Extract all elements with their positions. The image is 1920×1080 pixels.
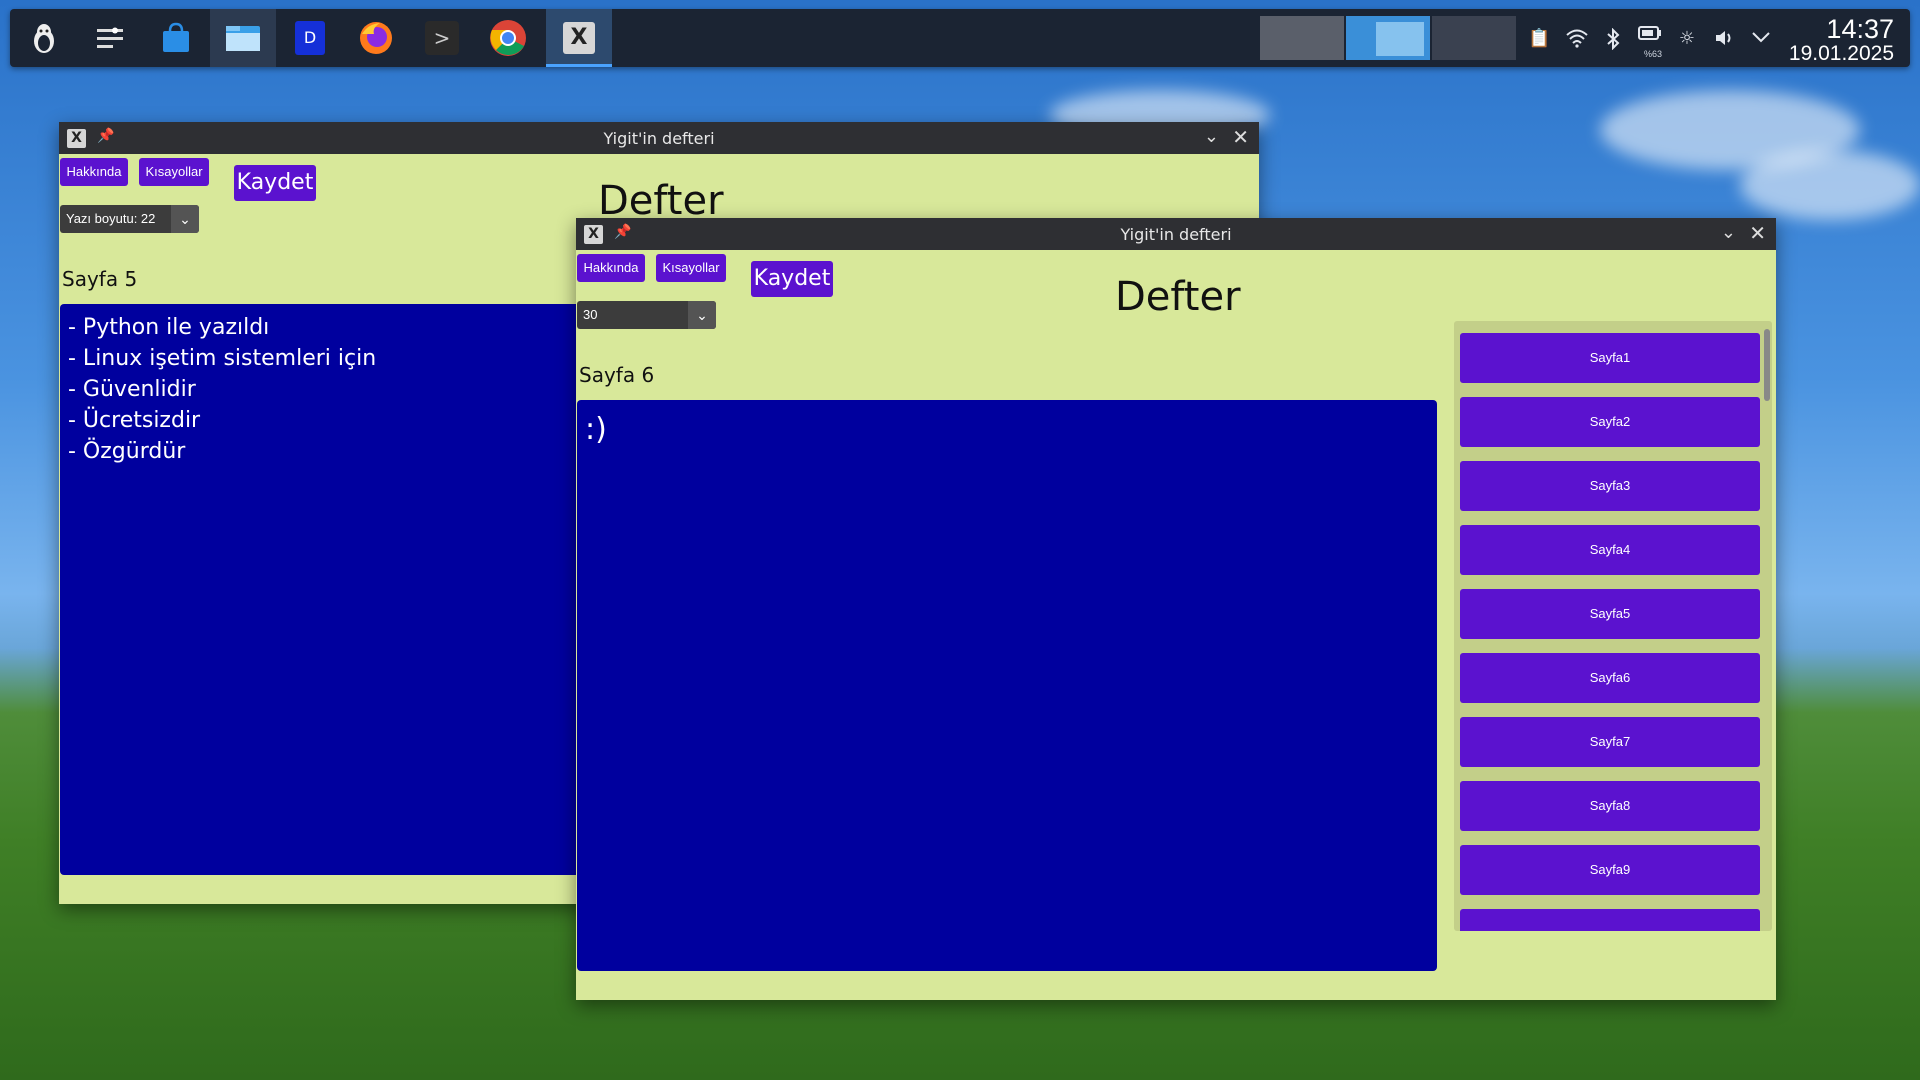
page-button-5[interactable]: Sayfa5 <box>1460 589 1760 639</box>
brightness-icon[interactable]: ☼ <box>1676 28 1698 50</box>
clock-time: 14:37 <box>1826 14 1894 44</box>
chevron-down-icon[interactable] <box>1750 28 1772 50</box>
defter-app-icon[interactable]: X <box>559 18 599 58</box>
taskbar: D > X 📋 %63 ☼ 14:37 19.01.2025 <box>10 9 1910 67</box>
page-button-8[interactable]: Sayfa8 <box>1460 781 1760 831</box>
window-titlebar[interactable]: X 📌 Yigit'in defteri ⌄ ✕ <box>576 218 1776 250</box>
virtual-desktop-1[interactable] <box>1260 16 1344 60</box>
close-icon[interactable]: ✕ <box>1749 221 1766 245</box>
page-label: Sayfa 6 <box>579 363 655 387</box>
font-size-select[interactable]: Yazı boyutu: 22 ⌄ <box>60 205 199 233</box>
window-title: Yigit'in defteri <box>603 129 715 148</box>
page-button-6[interactable]: Sayfa6 <box>1460 653 1760 703</box>
page-heading: Defter <box>1115 274 1241 320</box>
battery-icon[interactable] <box>1638 25 1661 47</box>
file-manager-icon[interactable] <box>223 18 263 58</box>
clock[interactable]: 14:37 19.01.2025 <box>1789 15 1894 65</box>
page-button-1[interactable]: Sayfa1 <box>1460 333 1760 383</box>
linux-tux-icon[interactable] <box>24 18 64 58</box>
font-size-value: 30 <box>583 307 598 322</box>
minimize-icon[interactable]: ⌄ <box>1204 126 1219 147</box>
page-button-10[interactable] <box>1460 909 1760 931</box>
virtual-desktop-2[interactable] <box>1346 16 1430 60</box>
save-button[interactable]: Kaydet <box>751 261 833 297</box>
clock-date: 19.01.2025 <box>1788 42 1894 65</box>
shortcuts-button[interactable]: Kısayollar <box>139 158 209 186</box>
page-button-3[interactable]: Sayfa3 <box>1460 461 1760 511</box>
clipboard-icon[interactable]: 📋 <box>1528 28 1550 50</box>
front-window[interactable]: X 📌 Yigit'in defteri ⌄ ✕ Hakkında Kısayo… <box>576 218 1776 1000</box>
minimize-icon[interactable]: ⌄ <box>1721 222 1736 243</box>
text-editor[interactable]: :) <box>577 400 1437 971</box>
battery-percent: %63 <box>1643 49 1662 59</box>
virtual-desktop-3[interactable] <box>1432 16 1516 60</box>
text-editor[interactable]: - Python ile yazıldı - Linux işetim sist… <box>60 304 600 875</box>
terminal-glyph: > <box>425 21 459 55</box>
shortcuts-button[interactable]: Kısayollar <box>656 254 726 282</box>
page-button-4[interactable]: Sayfa4 <box>1460 525 1760 575</box>
editor-line: - Linux işetim sistemleri için <box>68 346 377 371</box>
settings-sliders-icon[interactable] <box>90 18 130 58</box>
page-button-2[interactable]: Sayfa2 <box>1460 397 1760 447</box>
about-button[interactable]: Hakkında <box>577 254 645 282</box>
volume-icon[interactable] <box>1714 28 1736 50</box>
window-titlebar[interactable]: X 📌 Yigit'in defteri ⌄ ✕ <box>59 122 1259 154</box>
editor-line: - Ücretsizdir <box>68 408 201 433</box>
wifi-icon[interactable] <box>1566 28 1588 50</box>
editor-content: :) <box>585 412 607 447</box>
editor-line: - Güvenlidir <box>68 377 196 402</box>
save-button[interactable]: Kaydet <box>234 165 316 201</box>
chevron-down-icon: ⌄ <box>171 205 199 233</box>
d-app-icon[interactable]: D <box>290 18 330 58</box>
editor-line: - Python ile yazıldı <box>68 315 270 340</box>
editor-line: - Özgürdür <box>68 439 186 464</box>
font-size-select[interactable]: 30 ⌄ <box>577 301 716 329</box>
window-title: Yigit'in defteri <box>1120 225 1232 244</box>
about-button[interactable]: Hakkında <box>60 158 128 186</box>
firefox-icon[interactable] <box>356 18 396 58</box>
page-button-7[interactable]: Sayfa7 <box>1460 717 1760 767</box>
bluetooth-icon[interactable] <box>1602 27 1624 51</box>
close-icon[interactable]: ✕ <box>1232 125 1249 149</box>
page-label: Sayfa 5 <box>62 267 138 291</box>
chevron-down-icon: ⌄ <box>688 301 716 329</box>
terminal-icon[interactable]: > <box>422 18 462 58</box>
scrollbar[interactable] <box>1764 329 1770 401</box>
page-list[interactable]: Sayfa1 Sayfa2 Sayfa3 Sayfa4 Sayfa5 Sayfa… <box>1454 321 1772 931</box>
cloud <box>1740 150 1920 220</box>
page-button-9[interactable]: Sayfa9 <box>1460 845 1760 895</box>
chrome-icon[interactable] <box>488 18 528 58</box>
font-size-value: Yazı boyutu: 22 <box>66 211 156 226</box>
store-bag-icon[interactable] <box>156 18 196 58</box>
d-app-label: D <box>295 21 325 55</box>
